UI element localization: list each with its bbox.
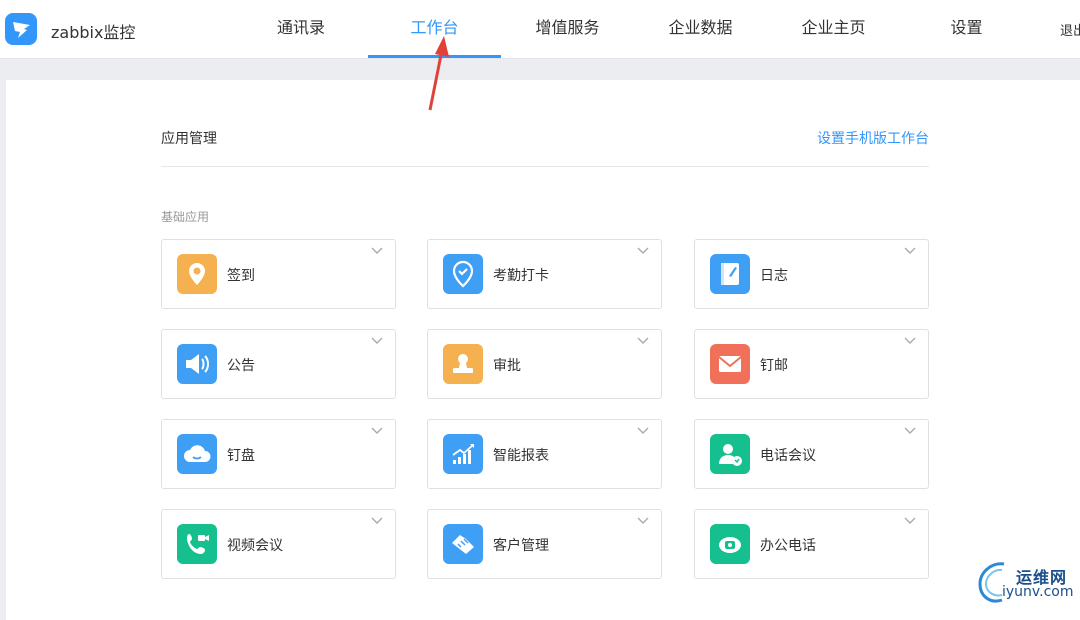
chevron-down-icon[interactable] xyxy=(371,337,383,345)
app-card-video-conference[interactable]: 视频会议 xyxy=(161,509,396,579)
app-label: 视频会议 xyxy=(227,538,283,554)
chart-icon xyxy=(443,434,483,474)
watermark: 运维网 iyunv.com xyxy=(974,558,1078,604)
logout-link[interactable]: 退出 xyxy=(1060,20,1080,39)
section-title: 应用管理 xyxy=(161,131,217,147)
chevron-down-icon[interactable] xyxy=(904,247,916,255)
chevron-down-icon[interactable] xyxy=(371,427,383,435)
app-card-reports[interactable]: 智能报表 xyxy=(427,419,662,489)
app-card-attendance[interactable]: 考勤打卡 xyxy=(427,239,662,309)
chevron-down-icon[interactable] xyxy=(637,337,649,345)
chevron-down-icon[interactable] xyxy=(904,337,916,345)
app-label: 电话会议 xyxy=(760,448,816,464)
main-panel: 应用管理 设置手机版工作台 基础应用 签到 考勤打卡 日志 公告 审批 钉邮 钉… xyxy=(6,80,1080,620)
divider xyxy=(161,166,929,167)
app-label: 钉盘 xyxy=(227,448,255,464)
dingtalk-logo-icon xyxy=(5,13,37,45)
app-card-announcement[interactable]: 公告 xyxy=(161,329,396,399)
app-label: 智能报表 xyxy=(493,448,549,464)
nav-item-value-added[interactable]: 增值服务 xyxy=(501,0,634,58)
app-label: 考勤打卡 xyxy=(493,268,549,284)
chevron-down-icon[interactable] xyxy=(904,427,916,435)
chevron-down-icon[interactable] xyxy=(637,427,649,435)
app-label: 钉邮 xyxy=(760,358,788,374)
nav-item-settings[interactable]: 设置 xyxy=(900,0,1033,58)
nav-item-enterprise-home[interactable]: 企业主页 xyxy=(767,0,900,58)
watermark-en: iyunv.com xyxy=(1002,584,1074,600)
chevron-down-icon[interactable] xyxy=(371,517,383,525)
nav-item-contacts[interactable]: 通讯录 xyxy=(236,0,366,58)
handshake-icon xyxy=(443,524,483,564)
app-label: 签到 xyxy=(227,268,255,284)
checkin-pin-icon xyxy=(443,254,483,294)
app-label: 审批 xyxy=(493,358,521,374)
office-phone-icon xyxy=(710,524,750,564)
app-label: 日志 xyxy=(760,268,788,284)
app-card-log[interactable]: 日志 xyxy=(694,239,929,309)
app-card-drive[interactable]: 钉盘 xyxy=(161,419,396,489)
basic-apps-heading: 基础应用 xyxy=(161,210,210,224)
location-pin-icon xyxy=(177,254,217,294)
org-name: zabbix监控 xyxy=(51,23,136,42)
app-card-conference-call[interactable]: 电话会议 xyxy=(694,419,929,489)
app-card-checkin[interactable]: 签到 xyxy=(161,239,396,309)
app-label: 办公电话 xyxy=(760,538,816,554)
chevron-down-icon[interactable] xyxy=(637,247,649,255)
app-label: 客户管理 xyxy=(493,538,549,554)
red-pointer-arrow-icon xyxy=(428,36,449,111)
notebook-icon xyxy=(710,254,750,294)
mobile-workbench-link[interactable]: 设置手机版工作台 xyxy=(817,128,929,148)
app-card-mail[interactable]: 钉邮 xyxy=(694,329,929,399)
app-card-customer-management[interactable]: 客户管理 xyxy=(427,509,662,579)
cloud-icon xyxy=(177,434,217,474)
chevron-down-icon[interactable] xyxy=(904,517,916,525)
mail-icon xyxy=(710,344,750,384)
phone-conference-icon xyxy=(710,434,750,474)
top-bar: zabbix监控 通讯录 工作台 增值服务 企业数据 企业主页 设置 退出 xyxy=(0,0,1080,59)
app-card-approval[interactable]: 审批 xyxy=(427,329,662,399)
app-card-office-phone[interactable]: 办公电话 xyxy=(694,509,929,579)
nav-item-enterprise-data[interactable]: 企业数据 xyxy=(634,0,767,58)
chevron-down-icon[interactable] xyxy=(637,517,649,525)
megaphone-icon xyxy=(177,344,217,384)
stamp-icon xyxy=(443,344,483,384)
chevron-down-icon[interactable] xyxy=(371,247,383,255)
app-label: 公告 xyxy=(227,358,255,374)
video-call-icon xyxy=(177,524,217,564)
